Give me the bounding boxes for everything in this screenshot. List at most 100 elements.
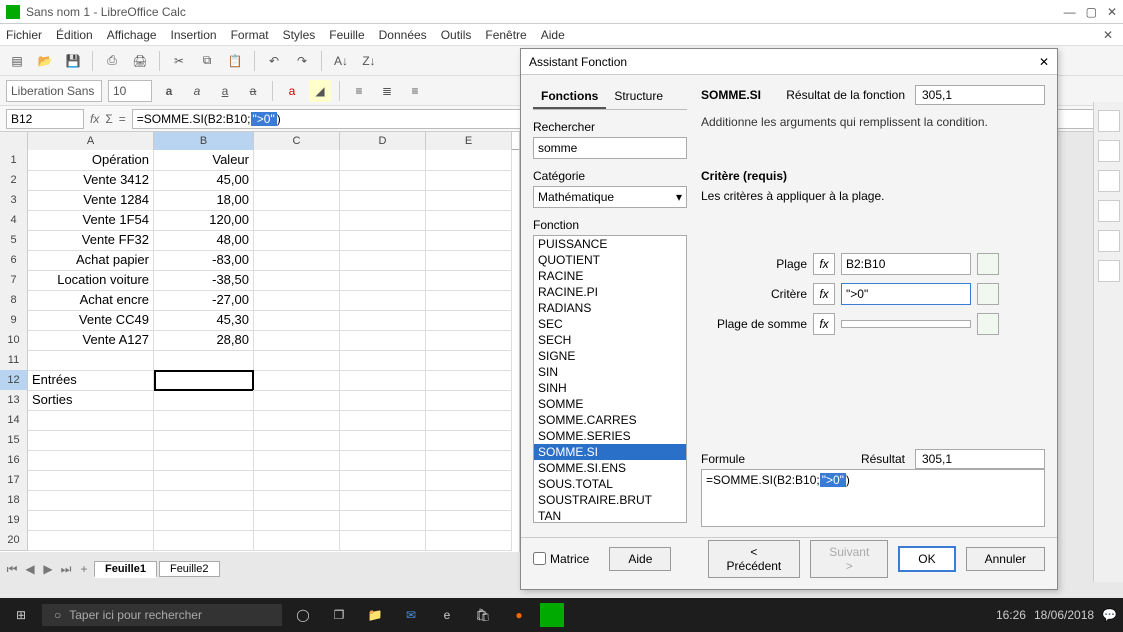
print-icon[interactable]: 🖨 xyxy=(129,50,151,72)
start-button[interactable]: ⊞ xyxy=(6,600,36,630)
cell[interactable]: Achat papier xyxy=(28,250,154,271)
menu-outils[interactable]: Outils xyxy=(441,28,472,42)
cell[interactable] xyxy=(426,350,512,371)
styles-icon[interactable] xyxy=(1098,170,1120,192)
fx-button-critere[interactable]: fx xyxy=(813,283,835,305)
menu-feuille[interactable]: Feuille xyxy=(329,28,364,42)
font-color-icon[interactable]: a xyxy=(281,80,303,102)
cell[interactable] xyxy=(28,490,154,511)
cell[interactable]: 45,00 xyxy=(154,170,254,191)
document-close-icon[interactable]: ✕ xyxy=(1103,28,1113,42)
cell[interactable]: -83,00 xyxy=(154,250,254,271)
cell[interactable] xyxy=(254,290,340,311)
cell[interactable] xyxy=(340,350,426,371)
menu-fenetre[interactable]: Fenêtre xyxy=(485,28,526,42)
cell[interactable] xyxy=(254,410,340,431)
cell[interactable]: -27,00 xyxy=(154,290,254,311)
menu-affichage[interactable]: Affichage xyxy=(107,28,157,42)
cell[interactable] xyxy=(426,390,512,411)
function-item[interactable]: PUISSANCE xyxy=(534,236,686,252)
cell[interactable] xyxy=(254,170,340,191)
system-tray[interactable]: 16:26 18/06/2018 💬 xyxy=(996,608,1117,622)
tab-functions[interactable]: Fonctions xyxy=(533,85,606,109)
cell[interactable]: Vente A127 xyxy=(28,330,154,351)
cell[interactable]: Achat encre xyxy=(28,290,154,311)
cell[interactable] xyxy=(254,270,340,291)
cell[interactable] xyxy=(426,370,512,391)
row-header[interactable]: 10 xyxy=(0,330,28,351)
cell[interactable] xyxy=(254,470,340,491)
row-header[interactable]: 4 xyxy=(0,210,28,231)
col-header-a[interactable]: A xyxy=(28,132,154,150)
cell[interactable]: Opération xyxy=(28,150,154,171)
cell[interactable] xyxy=(340,230,426,251)
menu-edition[interactable]: Édition xyxy=(56,28,93,42)
new-icon[interactable]: ▤ xyxy=(6,50,28,72)
align-center-icon[interactable]: ≣ xyxy=(376,80,398,102)
cell[interactable] xyxy=(340,530,426,551)
strike-icon[interactable]: a xyxy=(242,80,264,102)
row-header[interactable]: 2 xyxy=(0,170,28,191)
firefox-icon[interactable]: ● xyxy=(504,600,534,630)
shrink-button-critere[interactable] xyxy=(977,283,999,305)
function-item[interactable]: SOMME.SERIES xyxy=(534,428,686,444)
cell[interactable] xyxy=(254,510,340,531)
formula-textarea[interactable]: =SOMME.SI(B2:B10;">0") xyxy=(701,469,1045,527)
cell[interactable] xyxy=(340,170,426,191)
cell[interactable] xyxy=(154,490,254,511)
calc-taskbar-icon[interactable] xyxy=(540,603,564,627)
sheet-tab-2[interactable]: Feuille2 xyxy=(159,561,220,577)
cell[interactable] xyxy=(340,510,426,531)
menu-donnees[interactable]: Données xyxy=(379,28,427,42)
row-header[interactable]: 3 xyxy=(0,190,28,211)
cancel-button[interactable]: Annuler xyxy=(966,547,1045,571)
font-size-dropdown[interactable]: 10 xyxy=(108,80,152,102)
help-button[interactable]: Aide xyxy=(609,547,671,571)
cell[interactable] xyxy=(154,450,254,471)
cell[interactable]: 28,80 xyxy=(154,330,254,351)
save-icon[interactable]: 💾 xyxy=(62,50,84,72)
sort-desc-icon[interactable]: Z↓ xyxy=(358,50,380,72)
cell[interactable]: 120,00 xyxy=(154,210,254,231)
cell[interactable] xyxy=(154,530,254,551)
row-header[interactable]: 9 xyxy=(0,310,28,331)
sheet-tab-1[interactable]: Feuille1 xyxy=(94,561,157,578)
maximize-icon[interactable]: ▢ xyxy=(1086,5,1097,19)
task-view-icon[interactable]: ❐ xyxy=(324,600,354,630)
cell[interactable] xyxy=(426,330,512,351)
cell[interactable]: Vente 1F54 xyxy=(28,210,154,231)
cell[interactable] xyxy=(340,210,426,231)
cell[interactable]: -38,50 xyxy=(154,270,254,291)
cell[interactable]: Vente FF32 xyxy=(28,230,154,251)
row-header[interactable]: 7 xyxy=(0,270,28,291)
cell[interactable] xyxy=(426,210,512,231)
close-icon[interactable]: ✕ xyxy=(1107,5,1117,19)
sum-icon[interactable]: Σ xyxy=(105,112,112,126)
add-sheet-icon[interactable]: + xyxy=(76,562,92,576)
row-header[interactable]: 1 xyxy=(0,150,28,171)
row-header[interactable]: 18 xyxy=(0,490,28,511)
col-header-b[interactable]: B xyxy=(154,132,254,150)
menu-fichier[interactable]: Fichier xyxy=(6,28,42,42)
function-item[interactable]: SOMME xyxy=(534,396,686,412)
row-header[interactable]: 11 xyxy=(0,350,28,371)
copy-icon[interactable]: ⧉ xyxy=(196,50,218,72)
dialog-close-icon[interactable]: ✕ xyxy=(1039,55,1049,69)
cell[interactable] xyxy=(426,310,512,331)
cell[interactable] xyxy=(254,150,340,171)
cell[interactable] xyxy=(28,530,154,551)
italic-icon[interactable]: a xyxy=(186,80,208,102)
store-icon[interactable]: 🛍 xyxy=(468,600,498,630)
cell[interactable]: Location voiture xyxy=(28,270,154,291)
param-plagesomme-input[interactable] xyxy=(841,320,971,328)
row-header[interactable]: 19 xyxy=(0,510,28,531)
row-header[interactable]: 12 xyxy=(0,370,28,391)
function-list[interactable]: PUISSANCEQUOTIENTRACINERACINE.PIRADIANSS… xyxy=(533,235,687,523)
cell[interactable] xyxy=(340,370,426,391)
cell[interactable] xyxy=(426,450,512,471)
col-header-d[interactable]: D xyxy=(340,132,426,150)
cell[interactable] xyxy=(28,430,154,451)
functions-icon[interactable] xyxy=(1098,260,1120,282)
cell[interactable] xyxy=(154,350,254,371)
paste-icon[interactable]: 📋 xyxy=(224,50,246,72)
